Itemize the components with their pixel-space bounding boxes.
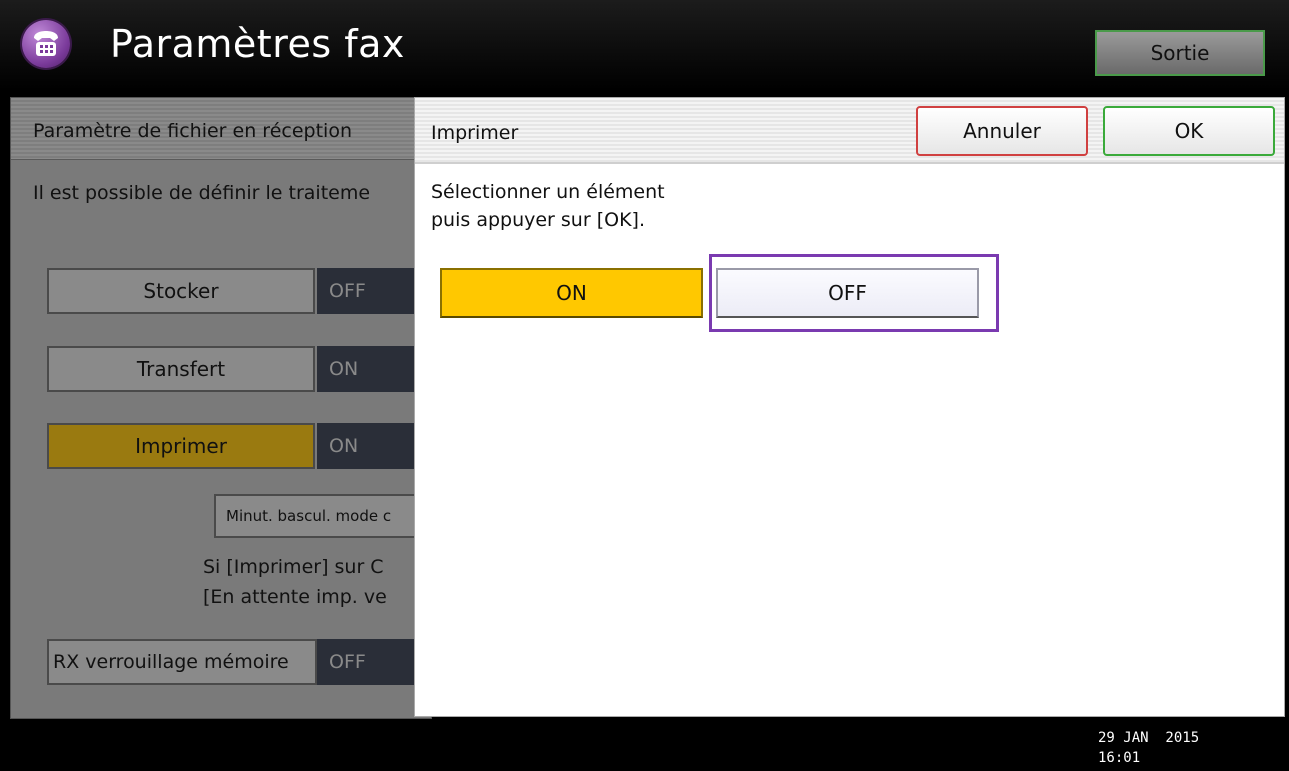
page-title: Paramètres fax — [110, 22, 405, 66]
background-settings-panel: Paramètre de fichier en réception Il est… — [10, 97, 444, 719]
print-dialog: Imprimer Annuler OK Sélectionner un élém… — [414, 97, 1285, 717]
dialog-message-line1: Sélectionner un élément — [431, 181, 665, 203]
memory-lock-button[interactable]: RX verrouillage mémoire — [47, 639, 317, 685]
option-on-button[interactable]: ON — [440, 268, 703, 318]
timer-mode-button[interactable]: Minut. bascul. mode c — [214, 494, 444, 538]
transfer-button[interactable]: Transfert — [47, 346, 315, 392]
ok-button[interactable]: OK — [1103, 106, 1275, 156]
panel-title: Paramètre de fichier en réception — [33, 120, 352, 142]
fax-icon — [22, 20, 70, 68]
store-button[interactable]: Stocker — [47, 268, 315, 314]
app-header: Paramètres fax Sortie — [0, 0, 1289, 90]
status-date: 29 JAN 2015 — [1098, 730, 1200, 746]
dialog-titlebar: Imprimer Annuler OK — [415, 98, 1284, 164]
dialog-message: Sélectionner un élément puis appuyer sur… — [431, 178, 665, 234]
panel-titlebar: Paramètre de fichier en réception — [11, 98, 431, 160]
print-note-line1: Si [Imprimer] sur C — [203, 556, 384, 578]
cancel-button[interactable]: Annuler — [916, 106, 1088, 156]
exit-button[interactable]: Sortie — [1095, 30, 1265, 76]
option-off-button[interactable]: OFF — [716, 268, 979, 318]
panel-description: Il est possible de définir le traiteme — [33, 182, 371, 204]
dialog-message-line2: puis appuyer sur [OK]. — [431, 209, 645, 231]
print-note-line2: [En attente imp. ve — [203, 586, 387, 608]
dialog-title: Imprimer — [431, 122, 519, 144]
status-time: 16:01 — [1098, 750, 1141, 766]
print-button[interactable]: Imprimer — [47, 423, 315, 469]
